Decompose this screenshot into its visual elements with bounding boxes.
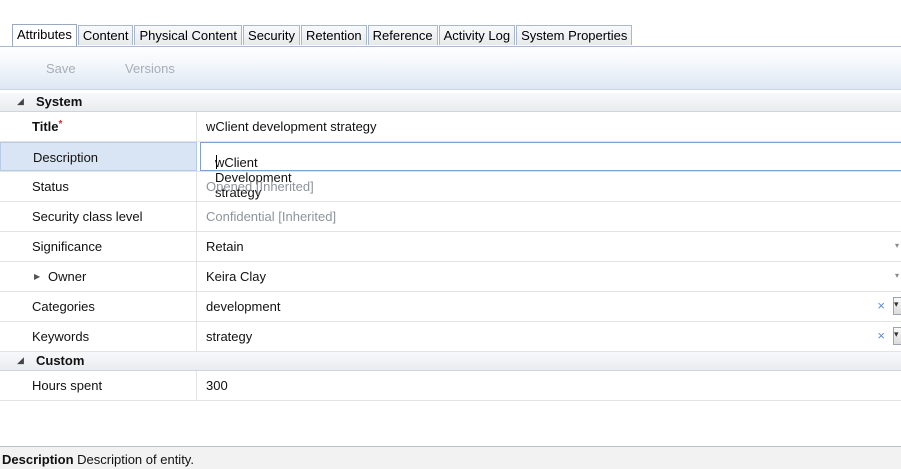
- categories-value[interactable]: development: [206, 299, 280, 314]
- status-description: Description of entity.: [77, 452, 194, 467]
- security-class-level-value: Confidential [Inherited]: [206, 209, 337, 224]
- group-system[interactable]: ◢ System: [0, 93, 901, 112]
- tab-reference[interactable]: Reference: [367, 25, 438, 45]
- clear-icon[interactable]: ×: [877, 298, 885, 313]
- field-row-significance[interactable]: Significance Retain ▾: [0, 232, 901, 262]
- field-label: Keywords: [32, 329, 90, 344]
- chevron-down-icon[interactable]: ▾: [895, 241, 899, 250]
- field-row-status[interactable]: Status Opened [Inherited]: [0, 172, 901, 202]
- field-label: Security class level: [32, 209, 143, 224]
- status-bar: Description Description of entity.: [0, 446, 901, 469]
- expand-icon[interactable]: ▶: [34, 272, 40, 281]
- tab-retention[interactable]: Retention: [301, 25, 367, 45]
- tab-attributes[interactable]: Attributes: [12, 24, 77, 46]
- tab-physical-content[interactable]: Physical Content: [134, 25, 243, 45]
- description-input[interactable]: wClient Development strategy: [200, 142, 901, 200]
- tab-content[interactable]: Content: [77, 25, 134, 45]
- top-strip: [0, 0, 901, 22]
- tab-security[interactable]: Security: [243, 25, 300, 45]
- text-caret: [216, 155, 217, 169]
- collapse-icon[interactable]: ◢: [17, 355, 24, 366]
- field-row-keywords[interactable]: Keywords strategy ×: [0, 322, 901, 352]
- hours-spent-value[interactable]: 300: [206, 378, 228, 393]
- status-field-name: Description: [2, 452, 74, 467]
- status-value: Opened [Inherited]: [206, 179, 314, 194]
- field-row-security-class-level[interactable]: Security class level Confidential [Inher…: [0, 202, 901, 232]
- versions-button[interactable]: Versions: [125, 61, 175, 76]
- field-row-description[interactable]: Description wClient Development strategy: [0, 142, 901, 200]
- field-row-title[interactable]: Title* wClient development strategy: [0, 112, 901, 142]
- group-title: System: [36, 94, 83, 109]
- field-label: Hours spent: [32, 378, 103, 393]
- owner-value[interactable]: Keira Clay: [206, 269, 266, 284]
- field-label: Significance: [32, 239, 103, 254]
- keywords-value[interactable]: strategy: [206, 329, 252, 344]
- field-label: Categories: [32, 299, 95, 314]
- tab-activity-log[interactable]: Activity Log: [438, 25, 516, 45]
- field-label: Description: [33, 150, 99, 165]
- field-row-owner[interactable]: ▶ Owner Keira Clay ▾: [0, 262, 901, 292]
- group-title: Custom: [36, 353, 85, 368]
- keywords-dropdown-button[interactable]: [893, 327, 901, 345]
- significance-value[interactable]: Retain: [206, 239, 244, 254]
- tab-system-properties[interactable]: System Properties: [516, 25, 633, 45]
- field-row-hours-spent[interactable]: Hours spent 300: [0, 371, 901, 401]
- field-label: Owner: [48, 269, 87, 284]
- categories-dropdown-button[interactable]: [893, 297, 901, 315]
- field-label: Title*: [32, 119, 63, 134]
- field-label: Status: [32, 179, 69, 194]
- clear-icon[interactable]: ×: [877, 328, 885, 343]
- group-custom[interactable]: ◢ Custom: [0, 352, 901, 371]
- property-grid: ◢ System Title* wClient development stra…: [0, 93, 901, 401]
- toolbar: Save Versions: [0, 47, 901, 90]
- title-value[interactable]: wClient development strategy: [206, 119, 377, 134]
- save-button[interactable]: Save: [46, 61, 76, 76]
- field-row-categories[interactable]: Categories development ×: [0, 292, 901, 322]
- required-marker: *: [58, 119, 63, 130]
- tab-bar: Attributes Content Physical Content Secu…: [12, 24, 633, 46]
- chevron-down-icon[interactable]: ▾: [895, 271, 899, 280]
- collapse-icon[interactable]: ◢: [17, 96, 24, 107]
